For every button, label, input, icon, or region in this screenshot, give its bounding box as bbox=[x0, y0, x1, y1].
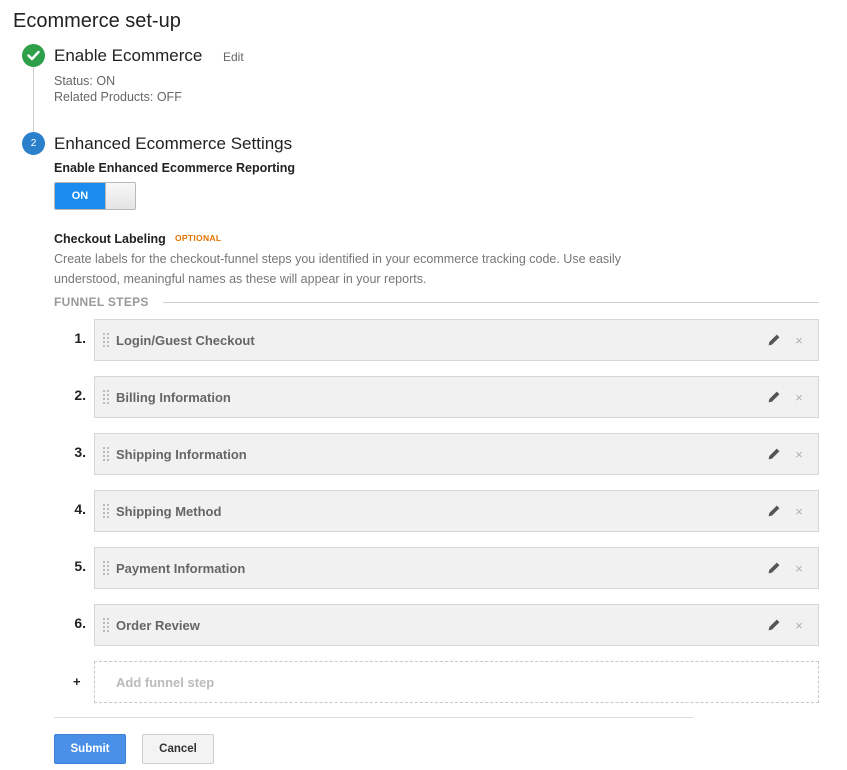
drag-handle-icon[interactable] bbox=[95, 377, 116, 417]
close-icon[interactable]: × bbox=[788, 390, 810, 405]
drag-handle-icon[interactable] bbox=[95, 434, 116, 474]
pencil-icon[interactable] bbox=[760, 447, 788, 461]
step-number: 5. bbox=[74, 558, 86, 574]
funnel-step-row[interactable]: Payment Information × bbox=[94, 547, 819, 589]
step-number: 3. bbox=[74, 444, 86, 460]
funnel-divider bbox=[163, 302, 819, 303]
add-funnel-step-placeholder: Add funnel step bbox=[116, 674, 215, 690]
step-number-badge: 2 bbox=[22, 132, 45, 155]
funnel-step-label: Shipping Method bbox=[116, 503, 222, 519]
drag-handle-icon[interactable] bbox=[95, 320, 116, 360]
close-icon[interactable]: × bbox=[788, 561, 810, 576]
drag-handle-icon[interactable] bbox=[95, 605, 116, 645]
funnel-step-row[interactable]: Login/Guest Checkout × bbox=[94, 319, 819, 361]
checkout-description: Create labels for the checkout-funnel st… bbox=[54, 252, 621, 286]
pencil-icon[interactable] bbox=[760, 618, 788, 632]
funnel-step-row[interactable]: Shipping Information × bbox=[94, 433, 819, 475]
funnel-step-label: Payment Information bbox=[116, 560, 246, 576]
pencil-icon[interactable] bbox=[760, 390, 788, 404]
step-number: 1. bbox=[74, 330, 86, 346]
toggle-on-label: ON bbox=[55, 183, 105, 209]
step-number: 2. bbox=[74, 387, 86, 403]
enhanced-reporting-toggle[interactable]: ON bbox=[54, 182, 136, 210]
drag-handle-icon[interactable] bbox=[95, 548, 116, 588]
optional-badge: OPTIONAL bbox=[175, 233, 222, 243]
enhanced-ecommerce-title: Enhanced Ecommerce Settings bbox=[54, 134, 293, 153]
toggle-knob[interactable] bbox=[105, 183, 135, 209]
checkout-labeling-heading: Checkout Labeling bbox=[54, 232, 166, 246]
enable-ecommerce-title: Enable Ecommerce bbox=[54, 46, 203, 65]
close-icon[interactable]: × bbox=[788, 618, 810, 633]
funnel-steps-heading: FUNNEL STEPS bbox=[54, 295, 149, 309]
funnel-step-label: Order Review bbox=[116, 617, 200, 633]
related-products-status: Related Products: OFF bbox=[54, 90, 182, 104]
funnel-step-row[interactable]: Billing Information × bbox=[94, 376, 819, 418]
status-text: Status: ON bbox=[54, 74, 116, 88]
pencil-icon[interactable] bbox=[760, 561, 788, 575]
step-number: 6. bbox=[74, 615, 86, 631]
plus-icon[interactable]: + bbox=[73, 674, 81, 689]
page-title: Ecommerce set-up bbox=[13, 10, 181, 32]
check-icon bbox=[22, 44, 45, 67]
step-connector-line bbox=[33, 66, 34, 132]
close-icon[interactable]: × bbox=[788, 333, 810, 348]
funnel-step-label: Login/Guest Checkout bbox=[116, 332, 255, 348]
edit-link[interactable]: Edit bbox=[223, 50, 244, 64]
drag-handle-icon[interactable] bbox=[95, 491, 116, 531]
funnel-step-label: Billing Information bbox=[116, 389, 231, 405]
submit-button[interactable]: Submit bbox=[54, 734, 126, 764]
pencil-icon[interactable] bbox=[760, 504, 788, 518]
step-number: 4. bbox=[74, 501, 86, 517]
cancel-button[interactable]: Cancel bbox=[142, 734, 214, 764]
enhanced-reporting-label: Enable Enhanced Ecommerce Reporting bbox=[54, 161, 296, 175]
actions-divider bbox=[54, 717, 693, 718]
add-funnel-step-input[interactable]: Add funnel step bbox=[94, 661, 819, 703]
funnel-step-label: Shipping Information bbox=[116, 446, 247, 462]
funnel-step-row[interactable]: Order Review × bbox=[94, 604, 819, 646]
funnel-step-row[interactable]: Shipping Method × bbox=[94, 490, 819, 532]
close-icon[interactable]: × bbox=[788, 504, 810, 519]
pencil-icon[interactable] bbox=[760, 333, 788, 347]
close-icon[interactable]: × bbox=[788, 447, 810, 462]
